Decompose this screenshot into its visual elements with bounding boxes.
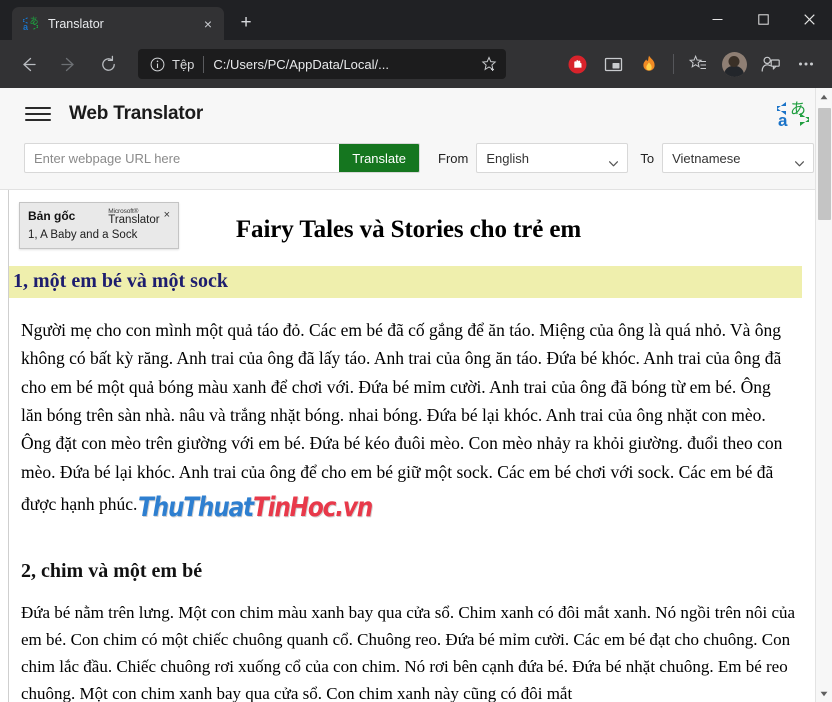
browser-window: a あ Translator × + Tệp C:/Users/PC/AppDa… [0,0,832,702]
page-content: Web Translator a あ Translate From [0,88,832,702]
svg-text:a: a [778,111,788,129]
adblock-icon[interactable] [561,48,593,80]
address-url-text[interactable]: C:/Users/PC/AppData/Local/... [213,57,478,72]
to-label: To [640,150,655,166]
original-popup-header: Bản gốc Microsoft® Translator × [28,208,170,226]
svg-text:あ: あ [790,99,806,118]
original-popup-label: Bản gốc [28,209,76,223]
url-input-group[interactable]: Translate [24,143,420,173]
browser-tab[interactable]: a あ Translator × [12,7,224,40]
toolbar-divider [673,54,674,74]
new-tab-button[interactable]: + [231,8,261,38]
forward-arrow-icon[interactable] [51,47,85,81]
vertical-scrollbar[interactable] [815,88,832,702]
address-bar[interactable]: Tệp C:/Users/PC/AppData/Local/... [138,49,506,79]
translator-header: Web Translator a あ Translate From [0,88,832,190]
star-add-icon[interactable] [478,53,500,75]
chevron-down-icon [609,155,619,167]
close-icon[interactable] [786,0,832,38]
section-2-heading: 2, chim và một em bé [21,559,203,582]
info-circle-icon[interactable] [148,55,166,73]
translator-header-row-controls: Translate From English To Vietnamese [16,135,816,189]
translator-header-row-top: Web Translator a あ [16,88,816,135]
to-language-select[interactable]: Vietnamese [662,143,815,173]
translator-logo-icon: a あ [22,15,39,32]
window-controls [694,0,832,38]
address-separator [203,55,205,73]
title-bar: a あ Translator × + [0,0,832,40]
translated-document-area: Bản gốc Microsoft® Translator × 1, A Bab… [8,190,814,702]
scrollbar-thumb[interactable] [818,108,831,220]
translate-button[interactable]: Translate [339,144,419,172]
refresh-icon[interactable] [91,47,125,81]
from-label: From [438,150,469,166]
microsoft-translator-logo-icon: a あ [776,99,810,130]
microsoft-translator-wordmark: Microsoft® Translator [108,208,160,226]
original-text-popup: Bản gốc Microsoft® Translator × 1, A Bab… [19,202,179,249]
section-1-heading-row: 1, một em bé và một sock [9,266,802,298]
from-language-select[interactable]: English [476,143,629,173]
original-text-value: 1, A Baby and a Sock [28,229,138,241]
back-arrow-icon[interactable] [11,47,45,81]
tab-close-icon[interactable]: × [198,14,218,34]
url-input[interactable] [25,144,340,172]
toolbar-icon-group [559,48,824,80]
svg-text:a: a [23,22,29,32]
from-language-value: English [486,150,529,166]
minimize-icon[interactable] [694,0,740,38]
profile-avatar[interactable] [718,48,750,80]
favorites-icon[interactable] [682,48,714,80]
page-title: Web Translator [69,102,204,124]
tab-strip: a あ Translator × + [0,0,261,40]
watermark: ThuThuatTinHoc.vn [138,486,373,530]
browser-toolbar: Tệp C:/Users/PC/AppData/Local/... [0,40,832,88]
maximize-icon[interactable] [740,0,786,38]
popup-close-icon[interactable]: × [164,210,170,221]
hamburger-menu-icon[interactable] [25,104,51,124]
document-body: Fairy Tales và Stories cho trẻ em 1, một… [9,216,814,702]
translator-label: Translator [108,213,160,226]
section-1-paragraph-text: Người mẹ cho con mình một quả táo đỏ. Cá… [21,320,783,515]
section-2-paragraph: Đứa bé nằm trên lưng. Một con chim màu x… [21,602,796,702]
to-language-value: Vietnamese [672,150,741,166]
address-scheme-label: Tệp [172,56,195,72]
watermark-part-2: TinHoc.vn [253,492,373,524]
chevron-down-icon [795,155,805,167]
tab-title: Translator [48,16,104,31]
settings-more-icon[interactable] [790,48,822,80]
avatar [721,51,747,77]
extension-fire-icon[interactable] [633,48,665,80]
scroll-up-icon[interactable] [816,88,832,105]
section-1-heading: 1, một em bé và một sock [9,266,802,298]
picture-in-picture-icon[interactable] [597,48,629,80]
collections-icon[interactable] [754,48,786,80]
scroll-down-icon[interactable] [816,685,832,702]
section-1-paragraph: Người mẹ cho con mình một quả táo đỏ. Cá… [21,316,796,530]
watermark-part-1: ThuThuat [138,492,254,524]
